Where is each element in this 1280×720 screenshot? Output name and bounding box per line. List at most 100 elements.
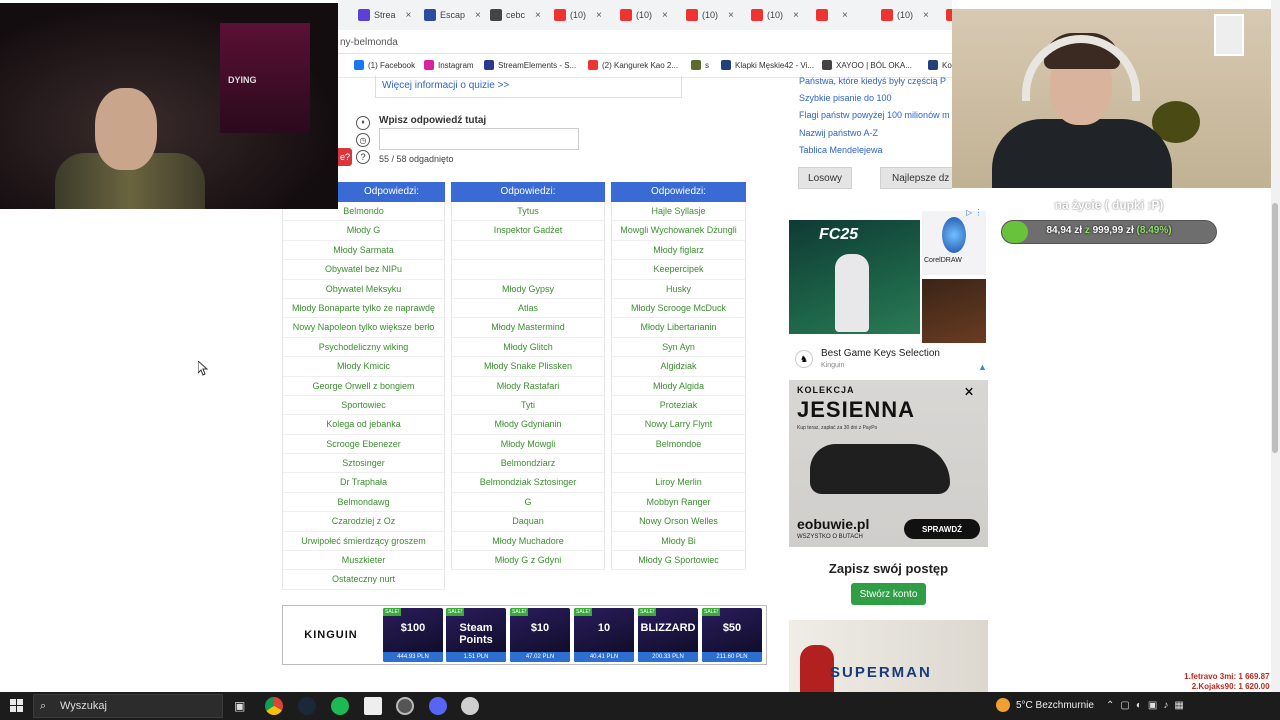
gift-card-tile[interactable]: SALE! $50 211.60 PLN: [702, 608, 762, 662]
close-tab-icon[interactable]: ×: [923, 10, 929, 21]
tab-favicon-icon: [816, 9, 828, 21]
ad-info-icon[interactable]: ▲: [978, 362, 987, 372]
browser-tab[interactable]: Strea ×: [358, 5, 411, 25]
app-icon[interactable]: [364, 697, 382, 715]
bookmark-item[interactable]: StreamElements - S...: [484, 60, 576, 70]
answer-cell: Daquan: [451, 512, 605, 532]
bookmark-item[interactable]: (2) Kangurek Kao 2...: [588, 60, 678, 70]
gift-card-tile[interactable]: SALE! 10 40.41 PLN: [574, 608, 634, 662]
tab-label: (10): [570, 10, 587, 20]
bookmark-label: Instagram: [438, 60, 474, 70]
donation-entry: 1.fetravo 3mi: 1 669.87 zł: [1184, 672, 1278, 681]
bookmark-item[interactable]: XAYOO | BÓL OKA...: [822, 60, 912, 70]
related-quiz-link[interactable]: Szybkie pisanie do 100: [799, 93, 954, 110]
answer-cell: Belmondawg: [282, 492, 445, 513]
close-tab-icon[interactable]: ×: [728, 10, 734, 21]
tile-price: 200.33 PLN: [638, 652, 698, 662]
ad-fc25-tile[interactable]: [922, 279, 986, 343]
steam-icon[interactable]: [298, 697, 316, 715]
ad-brand: eobuwie.pl: [797, 516, 870, 532]
answer-cell: Proteziak: [611, 395, 746, 416]
spotify-icon[interactable]: [331, 697, 349, 715]
close-tab-icon[interactable]: ×: [535, 10, 541, 21]
system-tray-icons[interactable]: ⌃▢◐▣♪▦: [1106, 700, 1190, 711]
browser-tab[interactable]: (10) ×: [751, 5, 799, 25]
taskbar-search-input[interactable]: Wyszukaj: [33, 694, 223, 718]
more-info-link[interactable]: Więcej informacji o quizie >>: [382, 80, 509, 91]
close-tab-icon[interactable]: ×: [793, 10, 799, 21]
shoe-image: [810, 444, 950, 494]
donation-entry: 2.Kojaks90: 1 620.00 zł: [1191, 682, 1278, 691]
tile-price: 47.02 PLN: [510, 652, 570, 662]
bookmark-favicon-icon: [721, 60, 731, 70]
browser-tab[interactable]: (10) ×: [686, 5, 734, 25]
browser-tab[interactable]: (10) ×: [554, 5, 602, 25]
gift-card-tile[interactable]: SALE! BLIZZARD 200.33 PLN: [638, 608, 698, 662]
donation-goal-text: 84,94 zł z 999,99 zł (8.49%): [1001, 225, 1217, 236]
app-icon-2[interactable]: [461, 697, 479, 715]
close-tab-icon[interactable]: ×: [662, 10, 668, 21]
ad-game-image[interactable]: FC25: [789, 220, 920, 334]
sale-badge: SALE!: [574, 608, 593, 616]
answer-cell: Hajle Syllasje: [611, 202, 746, 222]
answer-cell: George Orwell z bongiem: [282, 376, 445, 396]
bookmark-favicon-icon: [928, 60, 938, 70]
bookmark-item[interactable]: Klapki Męskie42 - Vi...: [721, 60, 814, 70]
related-quiz-link[interactable]: Nazwij państwo A-Z: [799, 128, 954, 145]
ad-title[interactable]: Best Game Keys Selection: [821, 348, 940, 359]
scrollbar-thumb[interactable]: [1272, 203, 1278, 453]
bookmark-item[interactable]: s: [691, 60, 709, 70]
close-tab-icon[interactable]: ×: [596, 10, 602, 21]
poster-text: DYING: [228, 75, 257, 85]
browser-tab[interactable]: Escap ×: [424, 5, 481, 25]
superman-figure: [800, 645, 834, 693]
weather-text[interactable]: 5°C Bezchmurnie: [1016, 700, 1094, 711]
person-body: [992, 119, 1172, 188]
tile-price: 40.41 PLN: [574, 652, 634, 662]
gift-card-tile[interactable]: SALE! $100 444.93 PLN: [383, 608, 443, 662]
pause-icon[interactable]: ⏸: [356, 116, 370, 130]
gift-card-tile[interactable]: SALE! $10 47.02 PLN: [510, 608, 570, 662]
bookmark-item[interactable]: Instagram: [424, 60, 474, 70]
tab-label: (10): [767, 10, 784, 20]
bookmark-item[interactable]: (1) Facebook: [354, 60, 415, 70]
ad-check-button[interactable]: SPRAWDŹ: [904, 519, 980, 539]
close-tab-icon[interactable]: ×: [475, 10, 481, 21]
browser-tab[interactable]: (10) ×: [620, 5, 668, 25]
answer-input[interactable]: [379, 128, 579, 150]
related-quiz-link[interactable]: Tablica Mendelejewa: [799, 145, 954, 162]
related-quiz-link[interactable]: Flagi państw powyżej 100 milionów m: [799, 110, 954, 127]
sale-badge: SALE!: [638, 608, 657, 616]
ad-choices-icon[interactable]: ▷ ⋮: [966, 208, 982, 217]
player-figure: [835, 254, 869, 332]
mouse-cursor-icon: [198, 361, 208, 376]
create-account-button[interactable]: Stwórz konto: [851, 583, 926, 605]
ad-coreldraw-tile[interactable]: CorelDRAW: [922, 211, 986, 275]
best-quizzes-button[interactable]: Najlepsze dz: [880, 167, 952, 189]
browser-tab[interactable]: ×: [816, 5, 848, 25]
related-quiz-link[interactable]: Państwa, które kiedyś były częścią P: [799, 76, 954, 93]
close-tab-icon[interactable]: ×: [842, 10, 848, 21]
close-tab-icon[interactable]: ×: [406, 10, 412, 21]
address-bar[interactable]: ny-belmonda: [338, 30, 952, 54]
browser-tab[interactable]: (10) ×: [881, 5, 929, 25]
answer-cell: [451, 260, 605, 280]
tab-label: Strea: [374, 10, 396, 20]
answer-column-2: Odpowiedzi: Tytus Inspektor Gadżet Młody G…: [451, 182, 605, 571]
goal-current: 84,94 zł: [1046, 225, 1083, 236]
random-quiz-button[interactable]: Losowy: [798, 167, 852, 189]
task-view-icon[interactable]: ▣: [234, 699, 245, 713]
windows-start-icon[interactable]: [10, 699, 24, 713]
give-up-button[interactable]: e?: [338, 148, 352, 166]
tile-price: 1.51 PLN: [446, 652, 506, 662]
browser-tab[interactable]: cebc ×: [490, 5, 541, 25]
gift-card-tile[interactable]: SALE! Steam Points 1.51 PLN: [446, 608, 506, 662]
help-icon[interactable]: ?: [356, 150, 370, 164]
obs-icon[interactable]: [396, 697, 414, 715]
discord-icon[interactable]: [429, 697, 447, 715]
chrome-icon[interactable]: [265, 697, 283, 715]
answer-cell: Młody Rastafari: [451, 376, 605, 396]
answer-column-3: Odpowiedzi: Hajle Syllasje Mowgli Wychowa…: [611, 182, 746, 571]
kinguin-logo-icon: ♞: [795, 350, 813, 368]
bookmark-item[interactable]: Ko: [928, 60, 952, 70]
